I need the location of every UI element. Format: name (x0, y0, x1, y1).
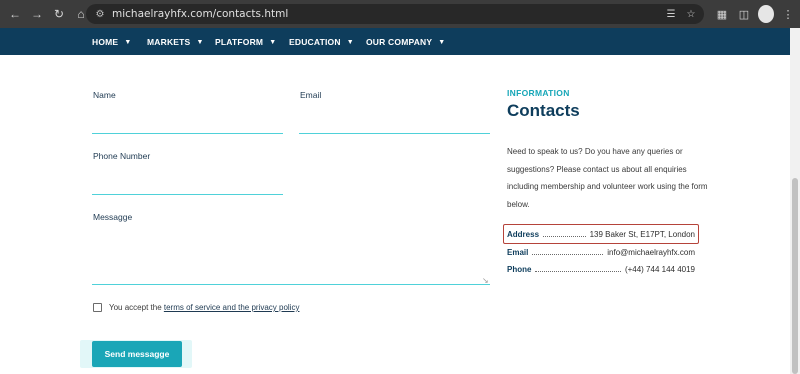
phone-field[interactable] (92, 194, 283, 195)
browser-toolbar: ← → ↻ ⌂ ⚙ michaelrayhfx.com/contacts.htm… (0, 0, 800, 28)
send-message-button[interactable]: Send messagge (92, 341, 182, 367)
name-label: Name (93, 90, 116, 100)
terms-checkbox[interactable] (93, 303, 102, 312)
leader-dots (535, 270, 621, 272)
side-panel-icon[interactable]: ◫ (736, 5, 752, 23)
scrollbar-thumb[interactable] (792, 178, 798, 374)
name-field[interactable] (92, 133, 283, 134)
nav-item-home[interactable]: HOME ▼ (92, 37, 131, 47)
phone-value[interactable]: (+44) 744 144 4019 (625, 265, 695, 274)
address-bar[interactable]: ⚙ michaelrayhfx.com/contacts.html ☰ ☆ (86, 4, 704, 24)
resize-handle-icon[interactable]: ↘ (482, 277, 490, 285)
chevron-down-icon: ▼ (346, 38, 354, 46)
bookmark-star-icon[interactable]: ☆ (684, 6, 698, 22)
reload-icon[interactable]: ↻ (50, 5, 68, 23)
forward-icon[interactable]: → (28, 5, 46, 23)
phone-row: Phone (+44) 744 144 4019 (507, 262, 695, 276)
leader-dots (532, 253, 604, 255)
nav-item-label: OUR COMPANY (366, 37, 433, 47)
profile-avatar[interactable] (758, 5, 774, 23)
terms-prefix: You accept the (109, 303, 164, 312)
extensions-icon[interactable]: ▦ (714, 5, 730, 23)
info-description: Need to speak to us? Do you have any que… (507, 147, 708, 209)
terms-link[interactable]: terms of service and the privacy policy (164, 303, 300, 312)
nav-item-label: EDUCATION (289, 37, 341, 47)
phone-key: Phone (507, 264, 532, 274)
email-key: Email (507, 247, 529, 257)
avatar (758, 5, 774, 23)
nav-item-markets[interactable]: MARKETS ▼ (147, 37, 204, 47)
email-row: Email info@michaelrayhfx.com (507, 245, 695, 259)
address-key: Address (507, 229, 540, 239)
nav-item-label: HOME (92, 37, 119, 47)
chevron-down-icon: ▼ (124, 38, 132, 46)
nav-item-education[interactable]: EDUCATION ▼ (289, 37, 354, 47)
email-label: Email (300, 90, 322, 100)
back-icon[interactable]: ← (6, 5, 24, 23)
message-textarea[interactable] (92, 226, 490, 285)
chevron-down-icon: ▼ (269, 38, 277, 46)
message-label: Messagge (93, 212, 133, 222)
email-field[interactable] (299, 133, 490, 134)
nav-item-platform[interactable]: PLATFORM ▼ (215, 37, 276, 47)
phone-label: Phone Number (93, 151, 151, 161)
translate-icon[interactable]: ☰ (664, 6, 678, 22)
terms-text: You accept the terms of service and the … (109, 303, 299, 312)
site-navbar: HOME ▼ MARKETS ▼ PLATFORM ▼ EDUCATION ▼ … (0, 28, 790, 55)
site-info-icon[interactable]: ⚙ (92, 9, 108, 20)
menu-kebab-icon[interactable]: ⋮ (780, 5, 796, 23)
chevron-down-icon: ▼ (438, 38, 446, 46)
info-eyebrow: INFORMATION (507, 88, 570, 98)
address-row: Address 139 Baker St, E17PT, London (507, 227, 695, 241)
nav-item-label: MARKETS (147, 37, 191, 47)
nav-item-label: PLATFORM (215, 37, 264, 47)
address-bar-url[interactable]: michaelrayhfx.com/contacts.html (112, 8, 288, 20)
chevron-down-icon: ▼ (196, 38, 204, 46)
nav-item-our-company[interactable]: OUR COMPANY ▼ (366, 37, 445, 47)
address-value: 139 Baker St, E17PT, London (589, 229, 695, 239)
page-title: Contacts (507, 101, 580, 120)
leader-dots (543, 235, 586, 237)
email-value[interactable]: info@michaelrayhfx.com (607, 248, 695, 257)
